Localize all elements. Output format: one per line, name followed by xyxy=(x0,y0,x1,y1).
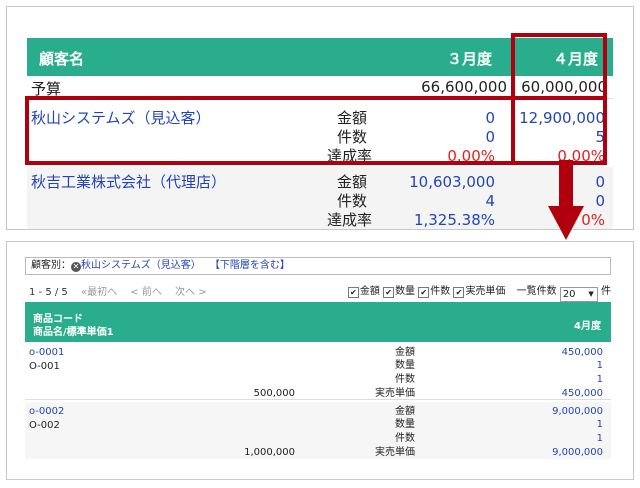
metric-label: 件数 xyxy=(395,433,415,444)
product-detail-panel: 顧客別： ✕ 秋山システムズ（見込客） 【下階層を含む】 1 - 5 / 5 «最初… xyxy=(6,241,634,480)
product-code-link[interactable]: o-0001 xyxy=(29,346,64,359)
pager-first[interactable]: «最初へ xyxy=(81,287,117,298)
unit-price-checkbox[interactable]: ✔ xyxy=(453,287,465,298)
pager-next[interactable]: 次へ > xyxy=(175,287,207,298)
filter-bar: 顧客別： ✕ 秋山システムズ（見込客） 【下階層を含む】 xyxy=(25,257,611,275)
budget-march: 66,600,000 xyxy=(421,78,507,96)
metric-label: 達成率 xyxy=(327,211,373,229)
march-count[interactable]: 4 xyxy=(485,192,495,210)
quantity-value[interactable]: 1 xyxy=(597,418,603,431)
pager: 1 - 5 / 5 «最初へ < 前へ 次へ > xyxy=(29,283,207,298)
header-product-name: 商品名/標準単価1 xyxy=(33,327,114,338)
include-sub-levels-link[interactable]: 【下階層を含む】 xyxy=(210,260,290,271)
amount-value[interactable]: 9,000,000 xyxy=(552,405,603,418)
count-label: 件数 xyxy=(430,286,451,297)
amount-value[interactable]: 450,000 xyxy=(562,346,603,359)
product-code-link[interactable]: o-0002 xyxy=(29,405,64,418)
count-value[interactable]: 1 xyxy=(597,432,603,445)
pager-prev[interactable]: < 前へ xyxy=(130,287,162,298)
customer-row-highlight xyxy=(25,96,607,165)
metric-label: 数量 xyxy=(395,419,415,430)
unit-price-label: 実売単価 xyxy=(465,286,506,297)
metric-label: 実売単価 xyxy=(375,388,415,399)
filter-prefix: 顧客別： xyxy=(31,260,71,271)
chevron-down-icon: ▼ xyxy=(588,290,594,298)
april-count[interactable]: 0 xyxy=(595,192,605,210)
customer-row: 秋吉工業株式会社（代理店） 金額 件数 達成率 10,603,000 4 1,3… xyxy=(27,167,613,229)
metric-label: 数量 xyxy=(395,360,415,371)
unit-price-value[interactable]: 450,000 xyxy=(562,387,603,400)
display-options: ✔ 金額 ✔ 数量 ✔ 件数 ✔ 実売単価 一覧件数 20 ▼ 件 xyxy=(347,282,611,302)
remove-filter-icon[interactable]: ✕ xyxy=(71,262,81,272)
product-table-header: 商品コード 商品名/標準単価1 4月度 xyxy=(25,302,611,342)
april-amount[interactable]: 0 xyxy=(595,173,605,191)
standard-price: 500,000 xyxy=(253,388,295,399)
pager-range: 1 - 5 / 5 xyxy=(29,287,68,298)
count-checkbox[interactable]: ✔ xyxy=(418,287,430,298)
quantity-label: 数量 xyxy=(395,286,416,297)
header-march: ３月度 xyxy=(447,50,493,68)
april-rate: 0% xyxy=(581,211,605,229)
metric-label: 金額 xyxy=(395,406,415,417)
metric-label: 金額 xyxy=(395,347,415,358)
amount-label: 金額 xyxy=(359,286,380,297)
arrow-down-icon xyxy=(548,160,584,240)
header-customer: 顧客名 xyxy=(39,50,85,68)
unit-price-value[interactable]: 9,000,000 xyxy=(552,446,603,459)
metric-label: 実売単価 xyxy=(375,447,415,458)
report-table-panel: 顧客名 ３月度 ４月度 予算 66,600,000 60,000,000 秋山シ… xyxy=(6,6,634,230)
per-page-unit: 件 xyxy=(601,286,611,297)
per-page-value: 20 xyxy=(562,289,576,300)
metric-label: 金額 xyxy=(337,173,368,191)
product-row: o-0002 O-002 1,000,000 金額 数量 件数 実売単価 9,0… xyxy=(25,402,611,459)
product-name: O-002 xyxy=(29,420,60,431)
count-value[interactable]: 1 xyxy=(597,373,603,386)
quantity-checkbox[interactable]: ✔ xyxy=(383,287,395,298)
per-page-select[interactable]: 20 ▼ xyxy=(559,287,598,302)
product-name: O-001 xyxy=(29,361,60,372)
customer-link-akiyoshi[interactable]: 秋吉工業株式会社（代理店） xyxy=(31,173,226,191)
per-page-label: 一覧件数 xyxy=(516,286,557,297)
march-amount[interactable]: 10,603,000 xyxy=(409,173,495,191)
metric-label: 件数 xyxy=(337,192,368,210)
filter-customer: 秋山システムズ（見込客） xyxy=(81,260,201,271)
product-row: o-0001 O-001 500,000 金額 数量 件数 実売単価 450,0… xyxy=(25,344,611,400)
standard-price: 1,000,000 xyxy=(244,447,295,458)
header-april: 4月度 xyxy=(574,321,601,332)
metric-label: 件数 xyxy=(395,374,415,385)
march-rate: 1,325.38% xyxy=(413,211,495,229)
amount-checkbox[interactable]: ✔ xyxy=(347,287,359,298)
quantity-value[interactable]: 1 xyxy=(597,359,603,372)
